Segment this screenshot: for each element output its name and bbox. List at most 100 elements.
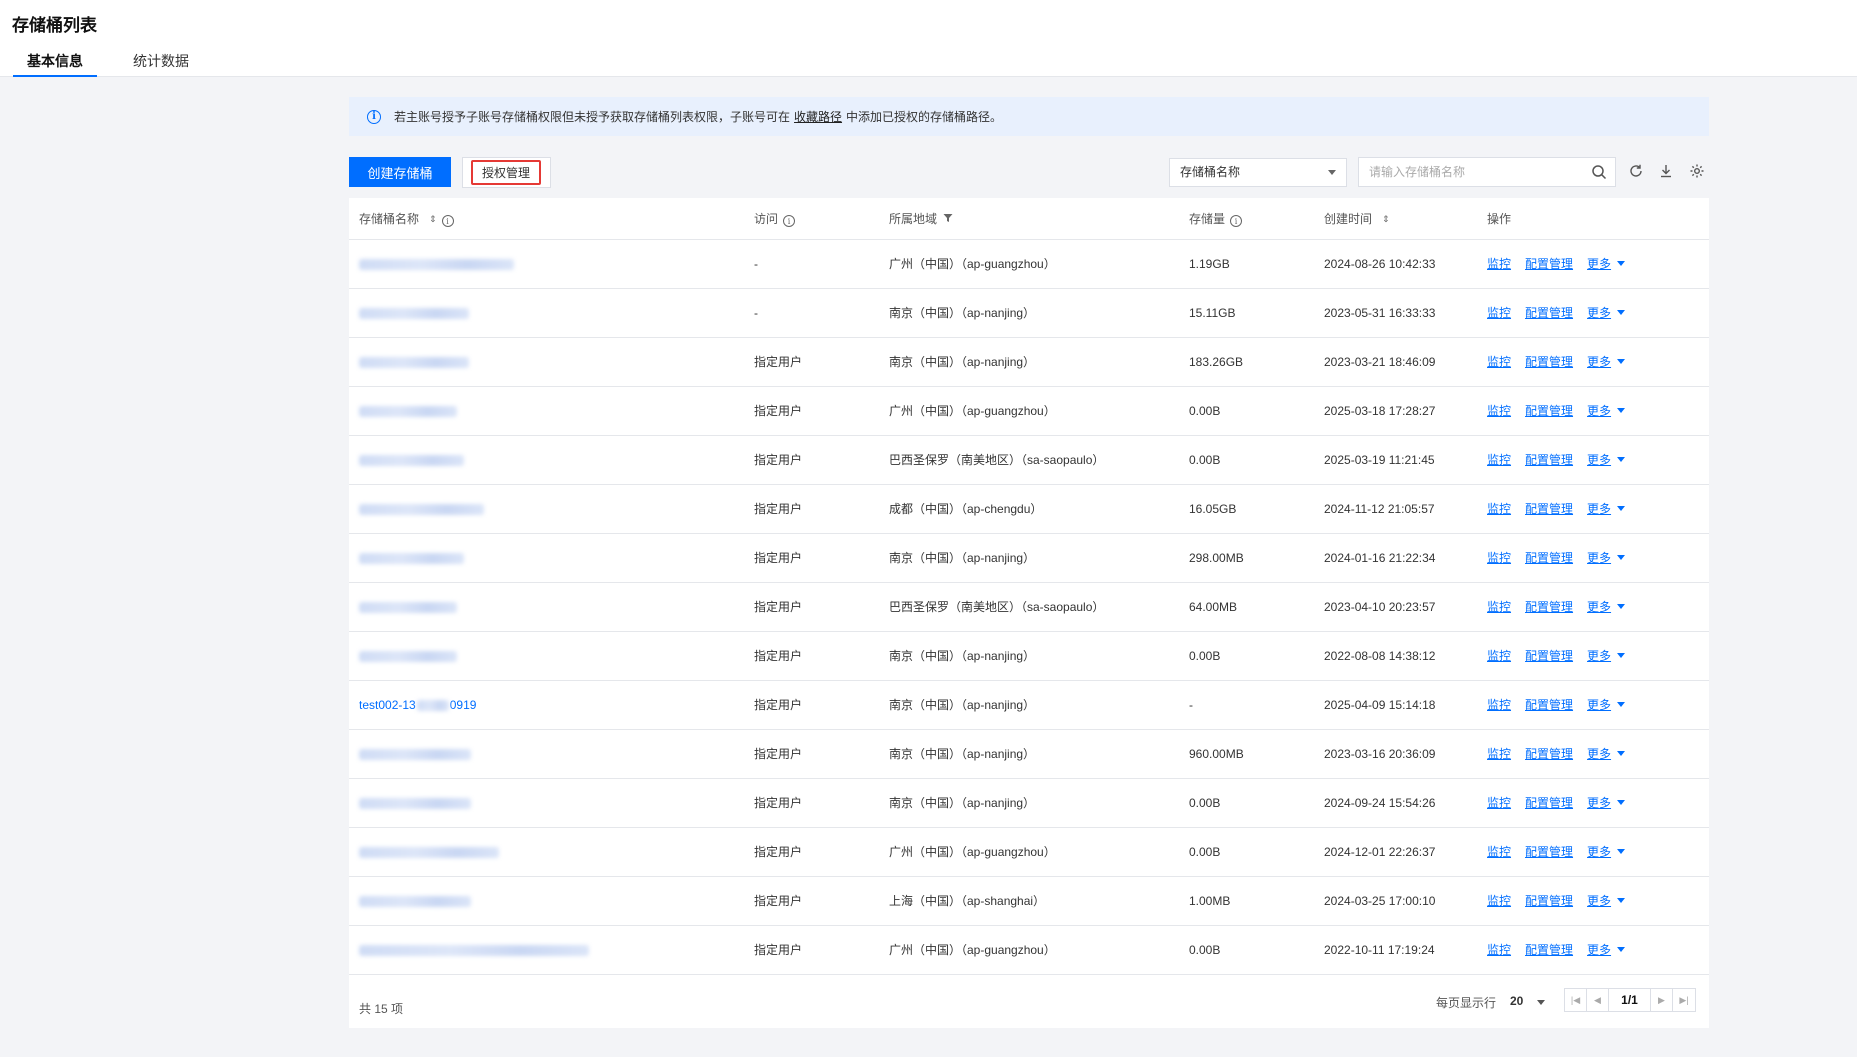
sort-icon[interactable]: ⇕ xyxy=(1382,214,1390,225)
chevron-down-icon xyxy=(1617,947,1626,952)
monitor-link[interactable]: 监控 xyxy=(1487,649,1511,663)
config-management-link[interactable]: 配置管理 xyxy=(1525,796,1573,810)
monitor-link[interactable]: 监控 xyxy=(1487,698,1511,712)
more-dropdown[interactable]: 更多 xyxy=(1587,600,1626,614)
bucket-name-link[interactable] xyxy=(359,503,484,515)
monitor-link[interactable]: 监控 xyxy=(1487,355,1511,369)
chevron-down-icon[interactable] xyxy=(1537,1000,1545,1005)
monitor-link[interactable]: 监控 xyxy=(1487,845,1511,859)
chevron-down-icon xyxy=(1617,506,1626,511)
bucket-name-link[interactable] xyxy=(359,258,514,270)
bucket-name-link[interactable] xyxy=(359,650,457,662)
sort-icon[interactable]: ⇕ xyxy=(429,214,437,225)
bucket-name-link[interactable]: test002-13 0919 xyxy=(359,698,476,712)
bucket-name-link[interactable] xyxy=(359,797,471,809)
more-dropdown[interactable]: 更多 xyxy=(1587,502,1626,516)
config-management-link[interactable]: 配置管理 xyxy=(1525,698,1573,712)
monitor-link[interactable]: 监控 xyxy=(1487,551,1511,565)
chevron-down-icon xyxy=(1328,170,1336,175)
bucket-name-link[interactable] xyxy=(359,748,471,760)
monitor-link[interactable]: 监控 xyxy=(1487,943,1511,957)
cell-access: 指定用户 xyxy=(744,386,879,436)
config-management-link[interactable]: 配置管理 xyxy=(1525,943,1573,957)
next-page-icon[interactable]: ▶ xyxy=(1651,989,1673,1011)
more-dropdown[interactable]: 更多 xyxy=(1587,747,1626,761)
config-management-link[interactable]: 配置管理 xyxy=(1525,404,1573,418)
config-management-link[interactable]: 配置管理 xyxy=(1525,453,1573,467)
first-page-icon[interactable]: |◀ xyxy=(1565,989,1587,1011)
tab-statistics[interactable]: 统计数据 xyxy=(133,51,189,77)
bucket-name-link[interactable] xyxy=(359,846,499,858)
search-input[interactable] xyxy=(1359,158,1579,186)
notice-text-after: 中添加已授权的存储桶路径。 xyxy=(846,110,1003,124)
bucket-name-link[interactable] xyxy=(359,454,464,466)
more-dropdown[interactable]: 更多 xyxy=(1587,649,1626,663)
monitor-link[interactable]: 监控 xyxy=(1487,404,1511,418)
config-management-link[interactable]: 配置管理 xyxy=(1525,894,1573,908)
more-dropdown[interactable]: 更多 xyxy=(1587,404,1626,418)
cell-size: 16.05GB xyxy=(1179,484,1314,534)
refresh-icon[interactable] xyxy=(1628,163,1644,179)
cell-created: 2024-09-24 15:54:26 xyxy=(1314,778,1477,828)
monitor-link[interactable]: 监控 xyxy=(1487,600,1511,614)
cell-actions: 监控 配置管理 更多 xyxy=(1477,337,1709,387)
more-dropdown[interactable]: 更多 xyxy=(1587,306,1626,320)
per-page-select[interactable]: 20 xyxy=(1510,994,1523,1008)
config-management-link[interactable]: 配置管理 xyxy=(1525,845,1573,859)
cell-name xyxy=(349,288,744,338)
more-dropdown[interactable]: 更多 xyxy=(1587,698,1626,712)
last-page-icon[interactable]: ▶| xyxy=(1673,989,1695,1011)
bucket-name-link[interactable] xyxy=(359,356,469,368)
search-field-select[interactable]: 存储桶名称 xyxy=(1169,158,1347,187)
more-dropdown[interactable]: 更多 xyxy=(1587,943,1626,957)
monitor-link[interactable]: 监控 xyxy=(1487,894,1511,908)
config-management-link[interactable]: 配置管理 xyxy=(1525,747,1573,761)
cell-created: 2024-08-26 10:42:33 xyxy=(1314,239,1477,289)
monitor-link[interactable]: 监控 xyxy=(1487,453,1511,467)
tab-basic-info[interactable]: 基本信息 xyxy=(13,51,97,77)
more-dropdown[interactable]: 更多 xyxy=(1587,894,1626,908)
more-dropdown[interactable]: 更多 xyxy=(1587,796,1626,810)
monitor-link[interactable]: 监控 xyxy=(1487,502,1511,516)
favorite-path-link[interactable]: 收藏路径 xyxy=(794,108,842,125)
config-management-link[interactable]: 配置管理 xyxy=(1525,306,1573,320)
cell-created: 2023-04-10 20:23:57 xyxy=(1314,582,1477,632)
more-dropdown[interactable]: 更多 xyxy=(1587,257,1626,271)
info-icon[interactable]: i xyxy=(441,215,454,227)
cell-created: 2025-04-09 15:14:18 xyxy=(1314,680,1477,730)
monitor-link[interactable]: 监控 xyxy=(1487,796,1511,810)
auth-management-button[interactable]: 授权管理 xyxy=(471,160,541,185)
settings-icon[interactable] xyxy=(1689,163,1705,179)
info-icon[interactable]: i xyxy=(1230,215,1243,227)
config-management-link[interactable]: 配置管理 xyxy=(1525,600,1573,614)
config-management-link[interactable]: 配置管理 xyxy=(1525,257,1573,271)
config-management-link[interactable]: 配置管理 xyxy=(1525,551,1573,565)
bucket-name-link[interactable] xyxy=(359,601,457,613)
config-management-link[interactable]: 配置管理 xyxy=(1525,502,1573,516)
cell-actions: 监控 配置管理 更多 xyxy=(1477,680,1709,730)
search-icon[interactable] xyxy=(1591,164,1607,180)
monitor-link[interactable]: 监控 xyxy=(1487,306,1511,320)
monitor-link[interactable]: 监控 xyxy=(1487,747,1511,761)
download-icon[interactable] xyxy=(1658,163,1674,179)
cell-access: 指定用户 xyxy=(744,484,879,534)
column-header-region: 所属地域 xyxy=(879,198,1179,240)
bucket-name-link[interactable] xyxy=(359,552,464,564)
create-bucket-button[interactable]: 创建存储桶 xyxy=(349,157,451,187)
bucket-name-link[interactable] xyxy=(359,944,589,956)
info-icon[interactable]: i xyxy=(783,215,796,227)
bucket-name-link[interactable] xyxy=(359,895,471,907)
more-dropdown[interactable]: 更多 xyxy=(1587,453,1626,467)
config-management-link[interactable]: 配置管理 xyxy=(1525,649,1573,663)
monitor-link[interactable]: 监控 xyxy=(1487,257,1511,271)
bucket-name-link[interactable] xyxy=(359,405,457,417)
more-dropdown[interactable]: 更多 xyxy=(1587,845,1626,859)
table-row: 指定用户 广州（中国）（ap-guangzhou） 0.00B 2022-10-11 … xyxy=(349,925,1709,975)
config-management-link[interactable]: 配置管理 xyxy=(1525,355,1573,369)
more-dropdown[interactable]: 更多 xyxy=(1587,355,1626,369)
bucket-name-link[interactable] xyxy=(359,307,469,319)
table-row: 指定用户 南京（中国）（ap-nanjing） 0.00B 2024-09-24 15… xyxy=(349,778,1709,828)
more-dropdown[interactable]: 更多 xyxy=(1587,551,1626,565)
filter-icon[interactable] xyxy=(943,213,953,223)
prev-page-icon[interactable]: ◀ xyxy=(1587,989,1609,1011)
